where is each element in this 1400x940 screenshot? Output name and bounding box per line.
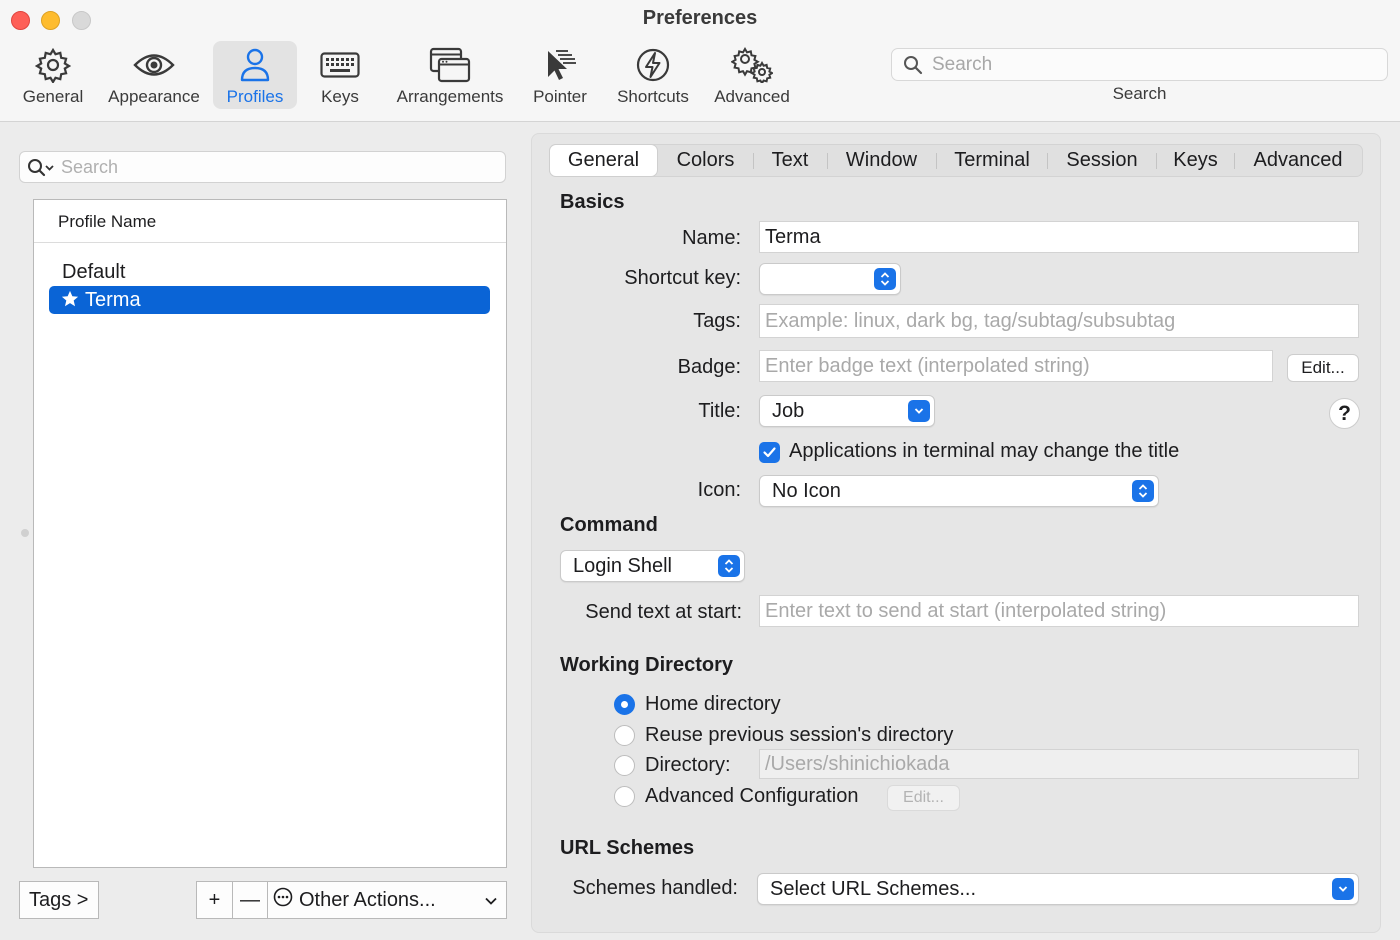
person-icon xyxy=(239,45,271,85)
profile-name-field[interactable] xyxy=(759,221,1359,253)
chevron-down-icon xyxy=(1332,878,1354,900)
title-label: Title: xyxy=(698,400,741,422)
tab-window[interactable]: Window xyxy=(830,145,933,176)
home-directory-radio[interactable] xyxy=(614,694,635,715)
icon-popup[interactable]: No Icon xyxy=(759,475,1159,507)
schemes-handled-label: Schemes handled: xyxy=(572,877,738,899)
home-directory-label[interactable]: Home directory xyxy=(645,693,781,716)
checkmark-icon xyxy=(763,447,776,458)
profile-list[interactable]: Profile Name Default Terma xyxy=(33,199,507,868)
tab-session[interactable]: Session xyxy=(1050,145,1154,176)
custom-directory-label[interactable]: Directory: xyxy=(645,754,731,777)
shortcut-key-label: Shortcut key: xyxy=(624,267,741,289)
name-label: Name: xyxy=(682,227,741,249)
lightning-icon xyxy=(635,45,671,85)
chevron-down-icon xyxy=(908,400,930,422)
window-toolbar: Preferences General Appearance Profiles … xyxy=(0,0,1400,122)
stepper-chevrons-icon xyxy=(1132,480,1154,502)
other-actions-button[interactable]: Other Actions... xyxy=(267,881,507,919)
basics-heading: Basics xyxy=(560,191,625,213)
profile-name-column-header[interactable]: Profile Name xyxy=(34,200,506,243)
preferences-search-input[interactable] xyxy=(932,52,1372,77)
windows-icon xyxy=(429,45,471,85)
tags-toggle-button[interactable]: Tags > xyxy=(19,881,99,919)
reuse-directory-label[interactable]: Reuse previous session's directory xyxy=(645,724,953,747)
reuse-directory-radio[interactable] xyxy=(614,725,635,746)
profile-name: Default xyxy=(62,261,126,283)
search-menu-icon[interactable] xyxy=(27,158,55,183)
preferences-search-field[interactable] xyxy=(891,48,1388,81)
ellipsis-circle-icon xyxy=(273,887,293,913)
profile-search-input[interactable] xyxy=(61,155,491,179)
icon-label: Icon: xyxy=(697,479,741,501)
other-actions-label: Other Actions... xyxy=(299,888,436,911)
tab-colors[interactable]: Colors xyxy=(663,145,748,176)
profile-row-selected[interactable]: Terma xyxy=(49,286,490,314)
toolbar-keys[interactable]: Keys xyxy=(306,41,374,109)
profile-settings-panel xyxy=(531,133,1381,933)
title-change-checkbox[interactable] xyxy=(759,442,780,463)
profile-row[interactable]: Default xyxy=(49,258,490,286)
tags-label: Tags: xyxy=(693,310,741,332)
badge-field[interactable] xyxy=(759,350,1273,382)
settings-tab-bar: General Colors Text Window Terminal Sess… xyxy=(549,144,1363,177)
directory-path-field[interactable] xyxy=(759,749,1359,779)
gear-icon xyxy=(35,45,71,85)
custom-directory-radio[interactable] xyxy=(614,755,635,776)
tab-general[interactable]: General xyxy=(550,145,657,176)
toolbar-appearance[interactable]: Appearance xyxy=(103,41,205,109)
keyboard-icon xyxy=(320,45,360,85)
tags-field[interactable] xyxy=(759,304,1359,338)
help-button[interactable]: ? xyxy=(1329,398,1360,429)
url-schemes-heading: URL Schemes xyxy=(560,837,695,859)
url-schemes-popup[interactable]: Select URL Schemes... xyxy=(757,873,1359,905)
gears-icon xyxy=(731,45,773,85)
stepper-chevrons-icon xyxy=(874,268,896,290)
eye-icon xyxy=(132,45,176,85)
title-popup[interactable]: Job xyxy=(759,395,935,427)
send-text-label: Send text at start: xyxy=(585,601,742,623)
add-profile-button[interactable]: + xyxy=(196,881,233,919)
shortcut-key-popup[interactable] xyxy=(759,263,901,295)
badge-label: Badge: xyxy=(677,356,741,378)
toolbar-advanced[interactable]: Advanced xyxy=(707,41,797,109)
title-change-checkbox-label[interactable]: Applications in terminal may change the … xyxy=(789,440,1179,463)
stepper-chevrons-icon xyxy=(718,555,740,577)
toolbar-shortcuts[interactable]: Shortcuts xyxy=(609,41,697,109)
toolbar-general[interactable]: General xyxy=(12,41,94,109)
star-icon xyxy=(61,286,79,314)
toolbar-pointer[interactable]: Pointer xyxy=(524,41,596,109)
command-heading: Command xyxy=(560,514,658,536)
tab-advanced[interactable]: Advanced xyxy=(1236,145,1360,176)
profile-search-field[interactable] xyxy=(19,151,506,183)
tab-terminal[interactable]: Terminal xyxy=(939,145,1045,176)
tab-keys[interactable]: Keys xyxy=(1158,145,1233,176)
toolbar-arrangements[interactable]: Arrangements xyxy=(388,41,512,109)
chevron-down-icon xyxy=(484,891,498,914)
search-label: Search xyxy=(1112,84,1167,103)
command-mode-popup[interactable]: Login Shell xyxy=(560,550,745,582)
window-title: Preferences xyxy=(642,7,758,29)
remove-profile-button[interactable]: — xyxy=(232,881,268,919)
search-icon xyxy=(903,55,923,80)
split-view-handle[interactable] xyxy=(21,529,29,537)
advanced-configuration-label[interactable]: Advanced Configuration xyxy=(645,785,858,808)
working-directory-heading: Working Directory xyxy=(560,654,733,676)
profile-name: Terma xyxy=(85,289,141,311)
tab-text[interactable]: Text xyxy=(755,145,825,176)
toolbar-profiles[interactable]: Profiles xyxy=(213,41,297,109)
advanced-configuration-radio[interactable] xyxy=(614,786,635,807)
cursor-icon xyxy=(542,45,578,85)
advanced-configuration-edit-button[interactable]: Edit... xyxy=(887,785,960,811)
send-text-field[interactable] xyxy=(759,595,1359,627)
badge-edit-button[interactable]: Edit... xyxy=(1287,354,1359,382)
